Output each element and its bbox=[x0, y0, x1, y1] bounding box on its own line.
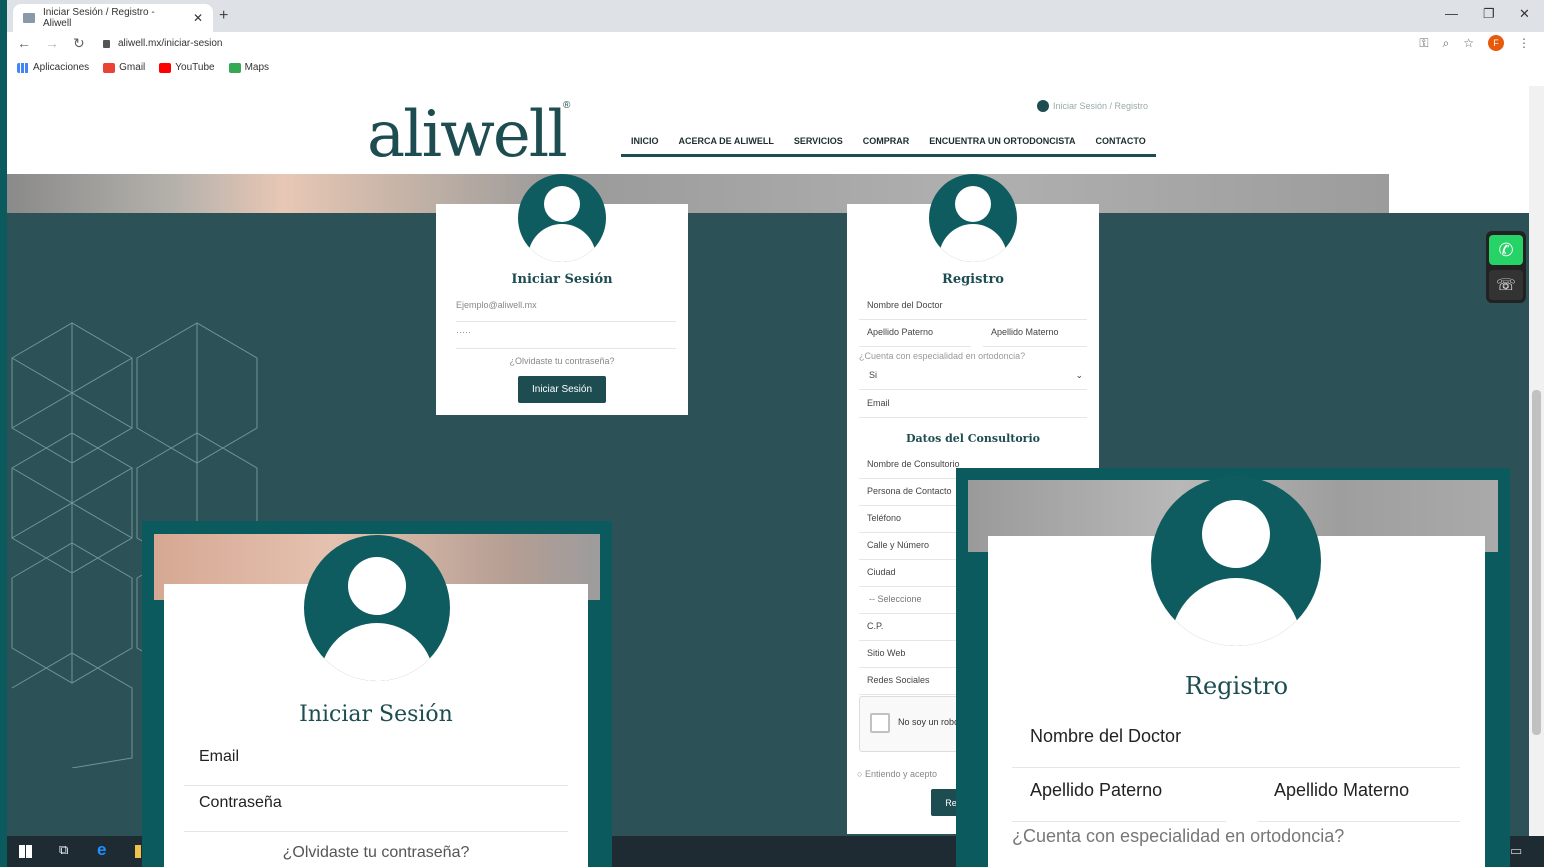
phone-icon[interactable]: ☏ bbox=[1489, 270, 1523, 300]
maps-icon bbox=[228, 62, 241, 73]
nav-ortodoncista[interactable]: ENCUENTRA UN ORTODONCISTA bbox=[929, 136, 1075, 146]
terms-label: Entiendo y acepto bbox=[864, 769, 937, 779]
tab-bar: Iniciar Sesión / Registro - Aliwell ✕ + … bbox=[7, 0, 1544, 32]
key-icon[interactable]: ⚿ bbox=[1419, 36, 1428, 51]
recaptcha-label: No soy un robot bbox=[898, 717, 962, 727]
close-tab-icon[interactable]: ✕ bbox=[193, 11, 203, 25]
especialidad-label: ¿Cuenta con especialidad en ortodoncia? bbox=[859, 351, 1026, 361]
site-header: aliwell ® Iniciar Sesión / Registro INIC… bbox=[7, 86, 1529, 174]
edge-icon[interactable]: e bbox=[97, 840, 106, 860]
address-bar[interactable]: aliwell.mx/iniciar-sesion bbox=[103, 38, 222, 49]
zoom-forgot-link[interactable]: ¿Olvidaste tu contraseña? bbox=[164, 844, 588, 862]
tab-title: Iniciar Sesión / Registro - Aliwell bbox=[42, 7, 155, 29]
reload-icon[interactable]: ↻ bbox=[73, 35, 85, 52]
minimize-icon[interactable]: — bbox=[1445, 6, 1458, 21]
apellido-materno-input[interactable]: Apellido Materno bbox=[983, 327, 1087, 347]
nav-contacto[interactable]: CONTACTO bbox=[1096, 136, 1146, 146]
youtube-icon bbox=[159, 62, 172, 73]
hero-white-gap bbox=[1389, 174, 1529, 213]
register-title: Registro bbox=[942, 272, 1004, 287]
nav-servicios[interactable]: SERVICIOS bbox=[794, 136, 843, 146]
bookmark-apps[interactable]: Aplicaciones bbox=[17, 62, 89, 73]
nav-acerca[interactable]: ACERCA DE ALIWELL bbox=[679, 136, 774, 146]
registered-mark: ® bbox=[563, 100, 571, 111]
left-frame-edge bbox=[0, 0, 7, 867]
browser-tab[interactable]: Iniciar Sesión / Registro - Aliwell ✕ bbox=[13, 4, 213, 32]
browser-chrome: Iniciar Sesión / Registro - Aliwell ✕ + … bbox=[7, 0, 1544, 86]
apellido-paterno-input[interactable]: Apellido Paterno bbox=[859, 327, 971, 347]
especialidad-select[interactable]: Si ⌄ bbox=[859, 370, 1087, 390]
lock-icon bbox=[103, 39, 110, 48]
nav-inicio[interactable]: INICIO bbox=[631, 136, 659, 146]
password-input[interactable]: ····· bbox=[456, 327, 676, 349]
login-register-link[interactable]: Iniciar Sesión / Registro bbox=[1037, 100, 1148, 112]
especialidad-value: Si bbox=[869, 370, 878, 380]
bookmark-youtube[interactable]: YouTube bbox=[159, 62, 215, 73]
login-submit-button[interactable]: Iniciar Sesión bbox=[518, 376, 606, 403]
forgot-password-link[interactable]: ¿Olvidaste tu contraseña? bbox=[436, 356, 688, 366]
apps-grid-icon bbox=[17, 62, 29, 73]
notification-icon[interactable]: ▭ bbox=[1510, 843, 1522, 859]
url-text: aliwell.mx/iniciar-sesion bbox=[118, 38, 223, 49]
task-view-icon[interactable]: ⧉ bbox=[59, 842, 68, 858]
user-icon bbox=[1037, 100, 1049, 112]
address-actions: ⚿ ⌕ ☆ F ⋮ bbox=[1419, 35, 1530, 51]
menu-icon[interactable]: ⋮ bbox=[1518, 36, 1530, 50]
windows-start-icon[interactable] bbox=[19, 845, 32, 858]
whatsapp-icon[interactable]: ✆ bbox=[1489, 235, 1523, 265]
main-nav: INICIO ACERCA DE ALIWELL SERVICIOS COMPR… bbox=[621, 136, 1156, 157]
recaptcha-checkbox[interactable] bbox=[870, 713, 890, 733]
zoom-apellido-materno-input[interactable]: Apellido Materno bbox=[1258, 780, 1460, 822]
profile-avatar[interactable]: F bbox=[1488, 35, 1504, 51]
zoom-login-avatar-icon bbox=[304, 535, 450, 681]
login-title: Iniciar Sesión bbox=[511, 272, 613, 287]
bookmarks-bar: Aplicaciones Gmail YouTube Maps bbox=[17, 62, 269, 73]
nav-buttons: ← → ↻ bbox=[17, 35, 85, 52]
hero-image-band bbox=[7, 174, 1389, 213]
zoom-register-title: Registro bbox=[1184, 672, 1289, 700]
new-tab-button[interactable]: + bbox=[219, 7, 228, 25]
doctor-name-input[interactable]: Nombre del Doctor bbox=[859, 300, 1087, 320]
scrollbar-thumb[interactable] bbox=[1532, 390, 1541, 735]
star-icon[interactable]: ☆ bbox=[1463, 36, 1474, 50]
email-input[interactable]: Ejemplo@aliwell.mx bbox=[456, 300, 676, 322]
bookmark-gmail[interactable]: Gmail bbox=[103, 62, 145, 73]
zoom-email-input[interactable]: Email bbox=[184, 748, 568, 786]
back-icon[interactable]: ← bbox=[17, 35, 31, 52]
aliwell-logo[interactable]: aliwell bbox=[367, 98, 568, 172]
bookmark-maps[interactable]: Maps bbox=[228, 62, 269, 73]
restore-icon[interactable]: ❐ bbox=[1483, 6, 1495, 22]
zoom-apellido-paterno-input[interactable]: Apellido Paterno bbox=[1012, 780, 1226, 822]
zoom-doctor-name-input[interactable]: Nombre del Doctor bbox=[1012, 726, 1460, 768]
zoom-icon[interactable]: ⌕ bbox=[1443, 36, 1450, 51]
favicon-icon bbox=[23, 13, 35, 23]
zoom-password-input[interactable]: Contraseña bbox=[184, 794, 568, 832]
close-window-icon[interactable]: ✕ bbox=[1519, 6, 1530, 22]
explorer-icon[interactable] bbox=[135, 845, 141, 858]
consultorio-section-title: Datos del Consultorio bbox=[906, 432, 1040, 445]
gmail-icon bbox=[103, 62, 116, 73]
zoom-register-avatar-icon bbox=[1151, 476, 1321, 646]
zoom-login-title: Iniciar Sesión bbox=[299, 702, 453, 727]
terms-checkbox[interactable]: ○ Entiendo y acepto bbox=[857, 769, 937, 779]
chevron-down-icon: ⌄ bbox=[1075, 370, 1083, 380]
zoom-especialidad-label: ¿Cuenta con especialidad en ortodoncia? bbox=[1012, 826, 1345, 846]
user-avatar-icon bbox=[929, 174, 1017, 262]
login-card: Iniciar Sesión Ejemplo@aliwell.mx ····· … bbox=[436, 174, 688, 415]
user-avatar-icon bbox=[518, 174, 606, 262]
nav-comprar[interactable]: COMPRAR bbox=[863, 136, 910, 146]
email-input[interactable]: Email bbox=[859, 398, 1087, 418]
forward-icon[interactable]: → bbox=[45, 35, 59, 52]
